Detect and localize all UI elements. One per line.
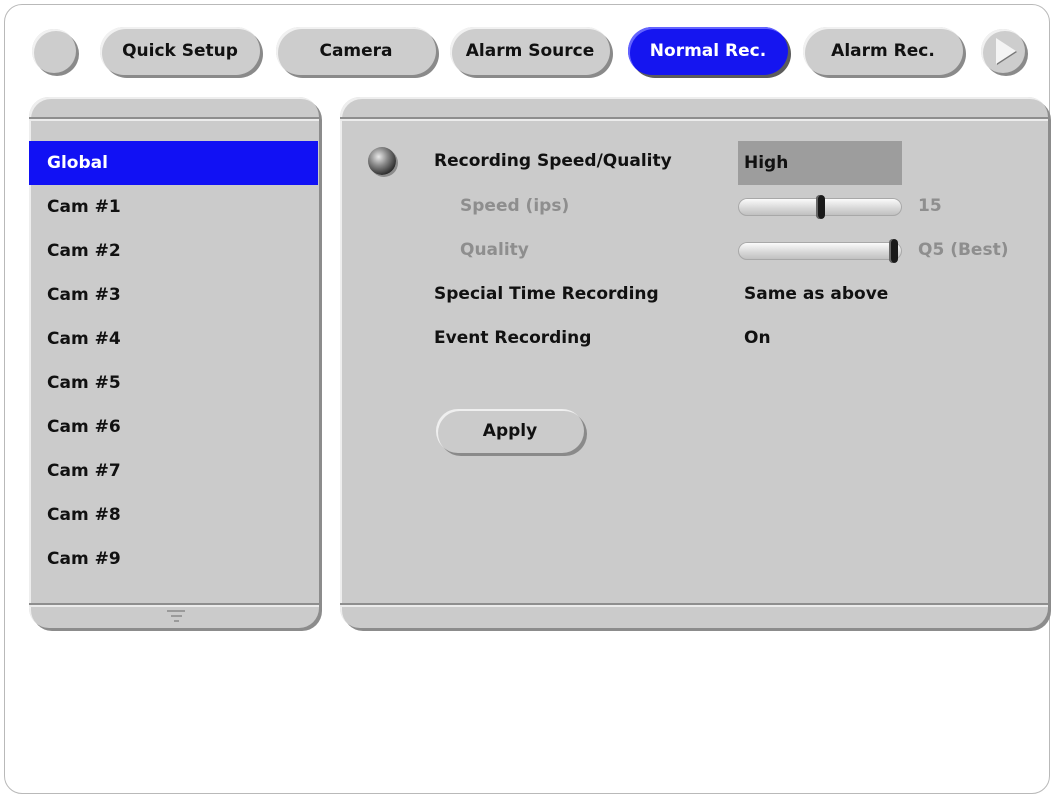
selected-row-bullet-icon (368, 147, 396, 175)
tab-alarm-source[interactable]: Alarm Source (450, 27, 610, 75)
play-arrow-icon (995, 38, 1016, 64)
tab-camera[interactable]: Camera (276, 27, 436, 75)
apply-button[interactable]: Apply (436, 409, 584, 453)
list-item-cam-6[interactable]: Cam #6 (29, 405, 318, 449)
tab-label: Camera (319, 41, 393, 61)
camera-list-panel: Global Cam #1 Cam #2 Cam #3 Cam #4 Cam #… (29, 97, 319, 628)
panel-bottom-divider (29, 603, 319, 605)
tab-label: Normal Rec. (649, 41, 767, 61)
next-tab-button[interactable] (981, 29, 1025, 73)
speed-value: 15 (918, 196, 942, 216)
special-time-recording-value[interactable]: Same as above (744, 284, 888, 304)
list-item-cam-9[interactable]: Cam #9 (29, 537, 318, 581)
scroll-down-icon[interactable] (167, 610, 185, 622)
quality-slider[interactable] (738, 239, 902, 263)
tab-quick-setup[interactable]: Quick Setup (100, 27, 260, 75)
slider-thumb[interactable] (816, 195, 825, 219)
panel-bottom-divider (340, 603, 1048, 605)
event-recording-label: Event Recording (434, 328, 592, 348)
list-item-cam-7[interactable]: Cam #7 (29, 449, 318, 493)
tab-label: Alarm Source (465, 41, 595, 61)
list-item-cam-2[interactable]: Cam #2 (29, 229, 318, 273)
camera-list: Global Cam #1 Cam #2 Cam #3 Cam #4 Cam #… (29, 141, 318, 581)
recording-speed-quality-label: Recording Speed/Quality (434, 151, 672, 171)
slider-thumb[interactable] (889, 239, 898, 263)
recording-speed-quality-select[interactable]: High (738, 141, 902, 185)
event-recording-value[interactable]: On (744, 328, 771, 348)
list-item-cam-4[interactable]: Cam #4 (29, 317, 318, 361)
list-item-cam-8[interactable]: Cam #8 (29, 493, 318, 537)
list-item-cam-5[interactable]: Cam #5 (29, 361, 318, 405)
tab-normal-rec[interactable]: Normal Rec. (628, 27, 788, 75)
apply-button-label: Apply (482, 421, 538, 441)
list-item-cam-1[interactable]: Cam #1 (29, 185, 318, 229)
menu-circle-button[interactable] (32, 29, 76, 73)
quality-value: Q5 (Best) (918, 240, 1009, 260)
quality-label: Quality (460, 240, 529, 260)
panel-top-divider (29, 117, 319, 119)
tab-label: Quick Setup (122, 41, 238, 61)
panel-top-divider (340, 117, 1048, 119)
list-item-cam-3[interactable]: Cam #3 (29, 273, 318, 317)
list-item-global[interactable]: Global (29, 141, 318, 185)
tab-alarm-rec[interactable]: Alarm Rec. (803, 27, 963, 75)
tab-label: Alarm Rec. (831, 41, 935, 61)
special-time-recording-label: Special Time Recording (434, 284, 659, 304)
speed-slider[interactable] (738, 195, 902, 219)
speed-label: Speed (ips) (460, 196, 570, 216)
settings-panel: Recording Speed/Quality High Speed (ips)… (340, 97, 1048, 628)
